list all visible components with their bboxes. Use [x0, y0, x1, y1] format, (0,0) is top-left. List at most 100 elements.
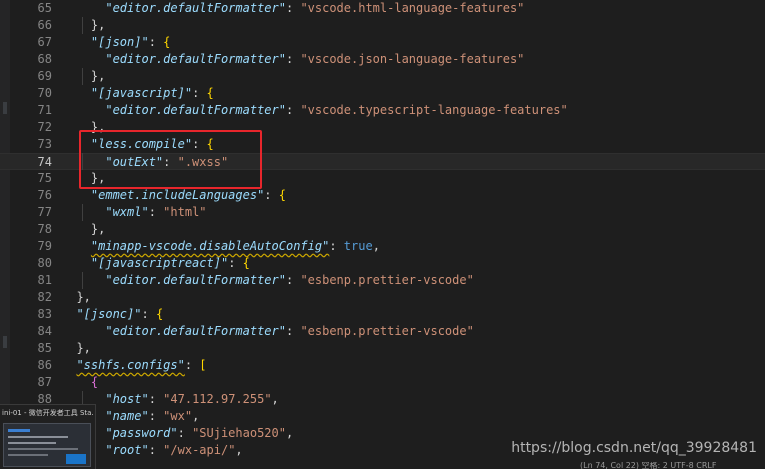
code-line[interactable]: 87 {	[0, 374, 765, 391]
code-text[interactable]: "sshfs.configs": [	[62, 357, 206, 374]
code-token: "[javascript]"	[90, 86, 193, 100]
line-number: 67	[37, 35, 52, 49]
line-number: 75	[37, 171, 52, 185]
annotation-red-box	[79, 130, 262, 189]
code-token: :	[148, 443, 164, 457]
code-text[interactable]: },	[62, 340, 90, 357]
code-text[interactable]: "emmet.includeLanguages": {	[62, 187, 286, 204]
line-number: 80	[37, 256, 52, 270]
code-text[interactable]: "[jsonc]": {	[62, 306, 163, 323]
code-text[interactable]: "editor.defaultFormatter": "vscode.types…	[62, 102, 568, 119]
code-token: "[json]"	[90, 35, 149, 49]
code-text[interactable]: },	[62, 289, 91, 306]
code-token: "editor.defaultFormatter"	[105, 273, 286, 287]
code-line[interactable]: 67 "[json]": {	[0, 34, 765, 51]
code-text[interactable]: "minapp-vscode.disableAutoConfig": true,	[62, 238, 380, 255]
code-token: ,	[372, 239, 380, 253]
line-number: 78	[37, 222, 52, 236]
code-line[interactable]: 65 "editor.defaultFormatter": "vscode.ht…	[0, 0, 765, 17]
code-token: :	[285, 103, 301, 117]
code-token: "html"	[163, 205, 207, 219]
code-line[interactable]: 79 "minapp-vscode.disableAutoConfig": tr…	[0, 238, 765, 255]
code-line[interactable]: 88 "host": "47.112.97.255",	[0, 391, 765, 408]
code-text[interactable]: "[json]": {	[62, 34, 170, 51]
line-number: 85	[37, 341, 52, 355]
code-line[interactable]: 80 "[javascriptreact]": {	[0, 255, 765, 272]
code-token: "vscode.json-language-features"	[300, 52, 525, 66]
line-number: 68	[37, 52, 52, 66]
code-text[interactable]: "password": "SUjiehao520",	[62, 425, 293, 442]
code-editor[interactable]: 65 "editor.defaultFormatter": "vscode.ht…	[0, 0, 765, 469]
code-line[interactable]: 81 "editor.defaultFormatter": "esbenp.pr…	[0, 272, 765, 289]
thumbnail-preview	[3, 423, 91, 467]
code-text[interactable]: },	[62, 68, 105, 85]
line-number: 65	[37, 1, 52, 15]
line-number: 73	[37, 137, 52, 151]
code-token: "esbenp.prettier-vscode"	[300, 324, 474, 338]
code-token: },	[90, 18, 106, 32]
code-token: },	[76, 290, 91, 304]
code-text[interactable]: "wxml": "html"	[62, 204, 207, 221]
code-line[interactable]: 83 "[jsonc]": {	[0, 306, 765, 323]
code-line[interactable]: 71 "editor.defaultFormatter": "vscode.ty…	[0, 102, 765, 119]
code-token: :	[228, 256, 243, 270]
taskbar-window-thumbnail[interactable]: ini-01 - 微信开发者工具 Sta...	[0, 404, 96, 469]
line-number: 79	[37, 239, 52, 253]
code-line[interactable]: 68 "editor.defaultFormatter": "vscode.js…	[0, 51, 765, 68]
code-text[interactable]: "editor.defaultFormatter": "esbenp.prett…	[62, 323, 474, 340]
code-text[interactable]: },	[62, 221, 105, 238]
code-text[interactable]: "editor.defaultFormatter": "esbenp.prett…	[62, 272, 474, 289]
code-token: },	[90, 69, 106, 83]
code-line[interactable]: 69 },	[0, 68, 765, 85]
code-text[interactable]: "editor.defaultFormatter": "vscode.html-…	[62, 0, 524, 17]
code-token: :	[285, 324, 301, 338]
line-number: 71	[37, 103, 52, 117]
line-number: 81	[37, 273, 52, 287]
code-token: "emmet.includeLanguages"	[90, 188, 265, 202]
code-line[interactable]: 84 "editor.defaultFormatter": "esbenp.pr…	[0, 323, 765, 340]
code-token: "esbenp.prettier-vscode"	[300, 273, 474, 287]
code-token: "[javascriptreact]"	[90, 256, 229, 270]
indent-guide	[82, 272, 83, 289]
code-token: {	[278, 188, 286, 202]
code-line[interactable]: 66 },	[0, 17, 765, 34]
code-line[interactable]: 70 "[javascript]": {	[0, 85, 765, 102]
code-text[interactable]: },	[62, 17, 105, 34]
line-number: 66	[37, 18, 52, 32]
code-line[interactable]: 85 },	[0, 340, 765, 357]
line-number: 77	[37, 205, 52, 219]
code-token: "password"	[105, 426, 178, 440]
watermark-url: https://blog.csdn.net/qq_39928481	[511, 440, 757, 456]
code-token: "vscode.typescript-language-features"	[300, 103, 568, 117]
code-token: "editor.defaultFormatter"	[105, 52, 286, 66]
code-line[interactable]: 86 "sshfs.configs": [	[0, 357, 765, 374]
code-line[interactable]: 76 "emmet.includeLanguages": {	[0, 187, 765, 204]
statusbar-fragment: (Ln 74, Col 22) 空格: 2 UTF-8 CRLF	[580, 462, 717, 469]
code-token: :	[192, 86, 207, 100]
code-line[interactable]: 78 },	[0, 221, 765, 238]
code-token: :	[148, 35, 164, 49]
line-number: 72	[37, 120, 52, 134]
code-line[interactable]: 77 "wxml": "html"	[0, 204, 765, 221]
code-token: "editor.defaultFormatter"	[105, 1, 286, 15]
line-number: 74	[37, 155, 52, 169]
code-token: true	[343, 239, 373, 253]
code-text[interactable]: {	[62, 374, 98, 391]
code-text[interactable]: "editor.defaultFormatter": "vscode.json-…	[62, 51, 524, 68]
code-text[interactable]: "[javascript]": {	[62, 85, 214, 102]
code-line[interactable]: 82 },	[0, 289, 765, 306]
code-text[interactable]: "[javascriptreact]": {	[62, 255, 250, 272]
code-line[interactable]: 89 "name": "wx",	[0, 408, 765, 425]
code-token: ,	[192, 409, 200, 423]
